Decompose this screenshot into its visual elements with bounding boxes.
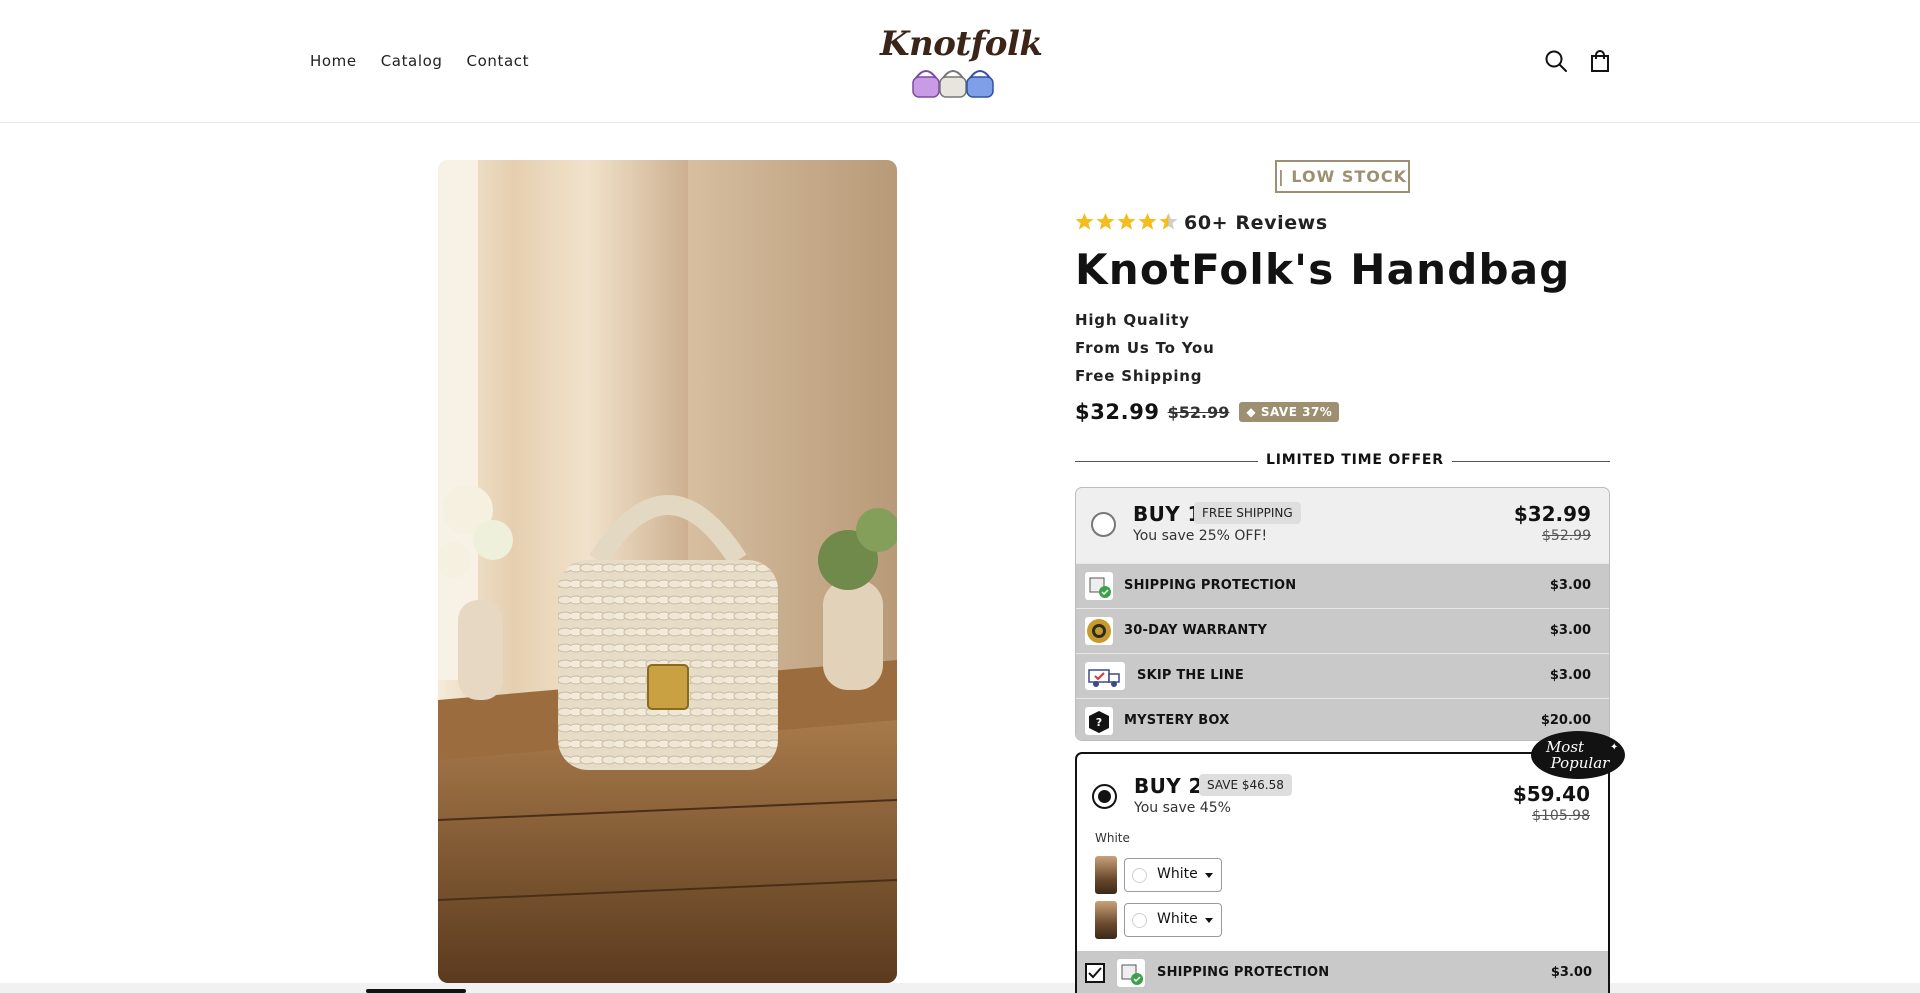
offer-label: LIMITED TIME OFFER (1258, 452, 1452, 468)
color-swatch (1132, 913, 1147, 928)
product-title: KnotFolk's Handbag (1075, 245, 1571, 294)
variant-thumbnail (1095, 856, 1117, 894)
addon-label: SKIP THE LINE (1137, 668, 1244, 683)
bundle-title: BUY 1 (1133, 502, 1202, 526)
variant-select-value: White (1157, 911, 1198, 927)
mystery-box-icon: ? (1085, 707, 1113, 735)
addon-price: $3.00 (1549, 578, 1591, 593)
bundle-compare-price: $105.98 (1532, 808, 1590, 824)
nav-home-link[interactable]: Home (310, 52, 357, 70)
bundle-compare-price: $52.99 (1542, 528, 1591, 544)
reviews-count[interactable]: 60+ Reviews (1184, 212, 1328, 234)
variant-thumbnail (1095, 901, 1117, 939)
addon-label: MYSTERY BOX (1124, 713, 1230, 728)
half-star-icon (1159, 212, 1178, 230)
sparkle-icon: ✦ (1610, 742, 1618, 753)
logo-wordmark: Knotfolk (880, 24, 1043, 64)
nav-contact-link[interactable]: Contact (467, 52, 530, 70)
compare-price: $52.99 (1167, 402, 1230, 422)
shipping-protection-icon (1085, 572, 1113, 600)
bundle-subtitle: You save 45% (1134, 800, 1231, 816)
logo-bags-icon (912, 70, 994, 98)
cart-icon[interactable] (1587, 48, 1613, 74)
bundle-option-buy-1[interactable]: BUY 1 FREE SHIPPING You save 25% OFF! $3… (1075, 487, 1610, 741)
chevron-down-icon (1205, 918, 1213, 923)
rating-stars (1075, 212, 1178, 231)
star-icon (1117, 212, 1136, 230)
addon-shipping-protection[interactable]: SHIPPING PROTECTION $3.00 (1077, 951, 1608, 993)
page-bottom-strip (0, 983, 1920, 993)
bundle-price: $59.40 (1512, 782, 1590, 806)
bundle-pill: FREE SHIPPING (1194, 502, 1301, 524)
save-badge-label: SAVE 37% (1260, 405, 1333, 419)
addon-checkbox[interactable] (1085, 963, 1105, 983)
svg-text:?: ? (1096, 716, 1102, 729)
site-header: Home Catalog Contact Knotfolk (0, 0, 1920, 123)
star-icon (1075, 212, 1094, 230)
addon-shipping-protection[interactable]: SHIPPING PROTECTION $3.00 (1076, 563, 1609, 608)
bundle-title: BUY 2 (1134, 774, 1203, 798)
star-icon (1138, 212, 1157, 230)
bundle-option-buy-2[interactable]: BUY 2 SAVE $46.58 You save 45% $59.40 $1… (1075, 752, 1610, 993)
variant-select-value: White (1157, 866, 1198, 882)
color-label: White (1095, 831, 1130, 845)
addon-price: $3.00 (1549, 623, 1591, 638)
handbag-photo (438, 160, 897, 983)
price-row: $32.99 $52.99 ◆ SAVE 37% (1075, 400, 1340, 424)
tag-icon: ◆ (1246, 405, 1257, 419)
current-price: $32.99 (1075, 400, 1160, 424)
badge-line-2: Popular (1550, 754, 1611, 772)
save-badge: ◆ SAVE 37% (1239, 402, 1340, 422)
addon-price: $3.00 (1549, 668, 1591, 683)
chevron-down-icon (1205, 873, 1213, 878)
nav-catalog-link[interactable]: Catalog (381, 52, 443, 70)
color-swatch (1132, 868, 1147, 883)
warranty-seal-icon (1085, 617, 1113, 645)
shipping-protection-icon (1117, 959, 1145, 987)
bundle-subtitle: You save 25% OFF! (1133, 528, 1268, 544)
feature-item: High Quality (1075, 311, 1190, 329)
addon-label: SHIPPING PROTECTION (1157, 965, 1330, 980)
addon-warranty[interactable]: 30-DAY WARRANTY $3.00 (1076, 608, 1609, 653)
bundle-radio[interactable] (1091, 512, 1116, 537)
bundle-pill: SAVE $46.58 (1199, 774, 1292, 796)
addon-price: $3.00 (1550, 965, 1592, 980)
star-icon (1096, 212, 1115, 230)
variant-select[interactable]: White (1124, 858, 1222, 892)
product-main-image[interactable] (438, 160, 897, 983)
search-icon[interactable] (1543, 48, 1569, 74)
low-stock-badge: | LOW STOCK (1275, 160, 1410, 193)
bundle-radio-selected[interactable] (1092, 784, 1117, 809)
brand-logo[interactable]: Knotfolk (880, 24, 1043, 98)
bundle-price: $32.99 (1513, 502, 1591, 526)
main-nav: Home Catalog Contact (310, 52, 529, 70)
feature-item: Free Shipping (1075, 367, 1203, 385)
addon-skip-the-line[interactable]: SKIP THE LINE $3.00 (1076, 653, 1609, 698)
carousel-indicator[interactable] (366, 989, 466, 993)
addon-label: SHIPPING PROTECTION (1124, 578, 1297, 593)
feature-item: From Us To You (1075, 339, 1215, 357)
checkmark-icon (1088, 967, 1102, 979)
delivery-truck-icon (1085, 662, 1125, 690)
variant-select[interactable]: White (1124, 903, 1222, 937)
addon-price: $20.00 (1540, 713, 1591, 728)
most-popular-badge: Most Popular ✦ (1530, 730, 1626, 780)
addon-label: 30-DAY WARRANTY (1124, 623, 1268, 638)
